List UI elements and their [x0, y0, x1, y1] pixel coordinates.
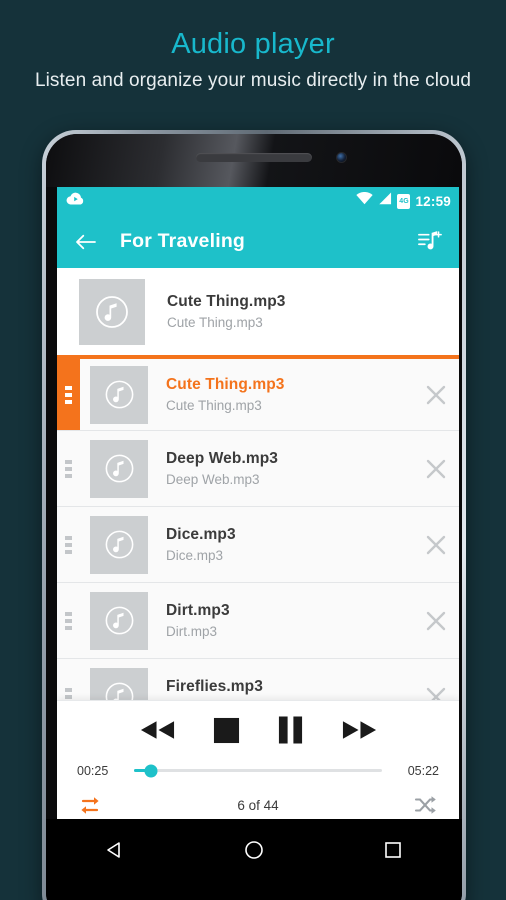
earpiece-speaker [196, 153, 312, 162]
track-counter: 6 of 44 [237, 797, 279, 813]
seek-slider[interactable] [134, 764, 382, 777]
wifi-icon [356, 191, 374, 210]
nav-home-circle-icon[interactable] [229, 835, 279, 865]
close-icon[interactable] [413, 507, 459, 582]
track-subtitle: Cute Thing.mp3 [166, 398, 262, 413]
list-item[interactable]: Dirt.mp3 Dirt.mp3 [57, 583, 459, 659]
android-nav-bar [46, 819, 462, 900]
track-title: Cute Thing.mp3 [166, 376, 285, 393]
close-icon[interactable] [413, 583, 459, 658]
track-title: Dice.mp3 [166, 526, 236, 543]
playlist-add-icon[interactable] [414, 227, 446, 257]
drag-handle-icon[interactable] [57, 507, 80, 582]
track-title: Fireflies.mp3 [166, 678, 263, 695]
android-status-bar: 4G 12:59 [57, 187, 459, 215]
album-thumbnail [90, 439, 148, 498]
drag-handle-icon[interactable] [57, 359, 80, 430]
track-title: Dirt.mp3 [166, 602, 230, 619]
close-icon[interactable] [413, 359, 459, 430]
list-item[interactable]: Dice.mp3 Dice.mp3 [57, 507, 459, 583]
rewind-icon[interactable] [139, 719, 176, 741]
cloud-play-icon [66, 192, 85, 211]
status-bar-clock: 12:59 [415, 193, 451, 209]
promo-title: Audio player [171, 28, 335, 60]
track-title: Deep Web.mp3 [166, 450, 279, 467]
elapsed-time: 00:25 [77, 763, 109, 778]
fast-forward-icon[interactable] [341, 719, 378, 741]
nav-back-triangle-icon[interactable] [90, 835, 140, 865]
close-icon[interactable] [413, 431, 459, 506]
repeat-icon[interactable] [75, 790, 105, 820]
track-subtitle: Deep Web.mp3 [166, 472, 260, 487]
now-playing-row[interactable]: Cute Thing.mp3 Cute Thing.mp3 [57, 268, 459, 355]
promo-subtitle: Listen and organize your music directly … [34, 70, 472, 91]
now-playing-subtitle: Cute Thing.mp3 [167, 315, 263, 330]
shuffle-icon[interactable] [411, 790, 441, 820]
track-subtitle: Dice.mp3 [166, 548, 224, 563]
promo-screenshot: Audio player Listen and organize your mu… [0, 0, 506, 900]
nav-recents-square-icon[interactable] [368, 835, 418, 865]
phone-top-bezel [46, 134, 462, 187]
phone-device-frame: 4G 12:59 For Traveling Cute Thing.mp3 Cu… [42, 130, 466, 900]
stop-icon[interactable] [213, 717, 240, 744]
album-thumbnail [79, 278, 145, 345]
page-title: For Traveling [120, 230, 246, 252]
list-item[interactable]: Deep Web.mp3 Deep Web.mp3 [57, 431, 459, 507]
arrow-back-icon[interactable] [73, 229, 99, 255]
album-thumbnail [90, 365, 148, 424]
now-playing-title: Cute Thing.mp3 [167, 293, 286, 310]
drag-handle-icon[interactable] [57, 431, 80, 506]
seek-knob[interactable] [144, 764, 158, 777]
seek-bar-row: 00:25 05:22 [57, 755, 459, 786]
sim-card-icon: 4G [397, 193, 411, 209]
front-camera [336, 152, 347, 163]
drag-handle-icon[interactable] [57, 583, 80, 658]
cellular-signal-icon [378, 192, 392, 210]
total-time: 05:22 [407, 763, 439, 778]
track-subtitle: Dirt.mp3 [166, 624, 218, 639]
app-bar: For Traveling [57, 215, 459, 268]
list-item[interactable]: Cute Thing.mp3 Cute Thing.mp3 [57, 355, 459, 431]
album-thumbnail [90, 515, 148, 574]
player-controls: 00:25 05:22 6 of 44 [57, 700, 459, 827]
transport-controls [57, 701, 459, 755]
pause-icon[interactable] [277, 716, 304, 744]
phone-screen: 4G 12:59 For Traveling Cute Thing.mp3 Cu… [57, 187, 459, 827]
playlist-list: Cute Thing.mp3 Cute Thing.mp3 Cute Thing… [57, 268, 459, 735]
promo-header: Audio player Listen and organize your mu… [0, 0, 506, 92]
album-thumbnail [90, 591, 148, 650]
